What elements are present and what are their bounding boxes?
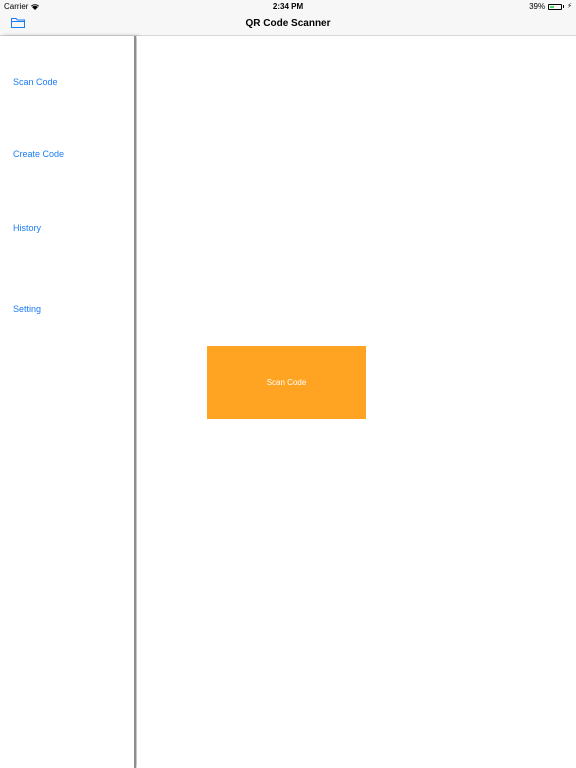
sidebar-item-history[interactable]: History (13, 223, 41, 233)
scan-code-button[interactable]: Scan Code (207, 346, 366, 419)
navigation-bar: QR Code Scanner (0, 14, 576, 36)
battery-percent: 39% (529, 2, 546, 11)
sidebar-item-scan-code[interactable]: Scan Code (13, 77, 58, 87)
sidebar-item-setting[interactable]: Setting (13, 304, 41, 314)
page-title: QR Code Scanner (245, 18, 331, 29)
sidebar-menu: Scan Code Create Code History Setting (0, 36, 136, 768)
status-time: 2:34 PM (272, 2, 304, 11)
status-right: 39% ⚡ (529, 2, 572, 11)
charging-bolt-icon: ⚡ (567, 3, 572, 10)
main-content: Scan Code (137, 36, 576, 768)
sidebar-item-create-code[interactable]: Create Code (13, 149, 64, 159)
battery-icon (548, 3, 565, 10)
status-bar: Carrier 2:34 PM 39% ⚡ (0, 0, 576, 14)
